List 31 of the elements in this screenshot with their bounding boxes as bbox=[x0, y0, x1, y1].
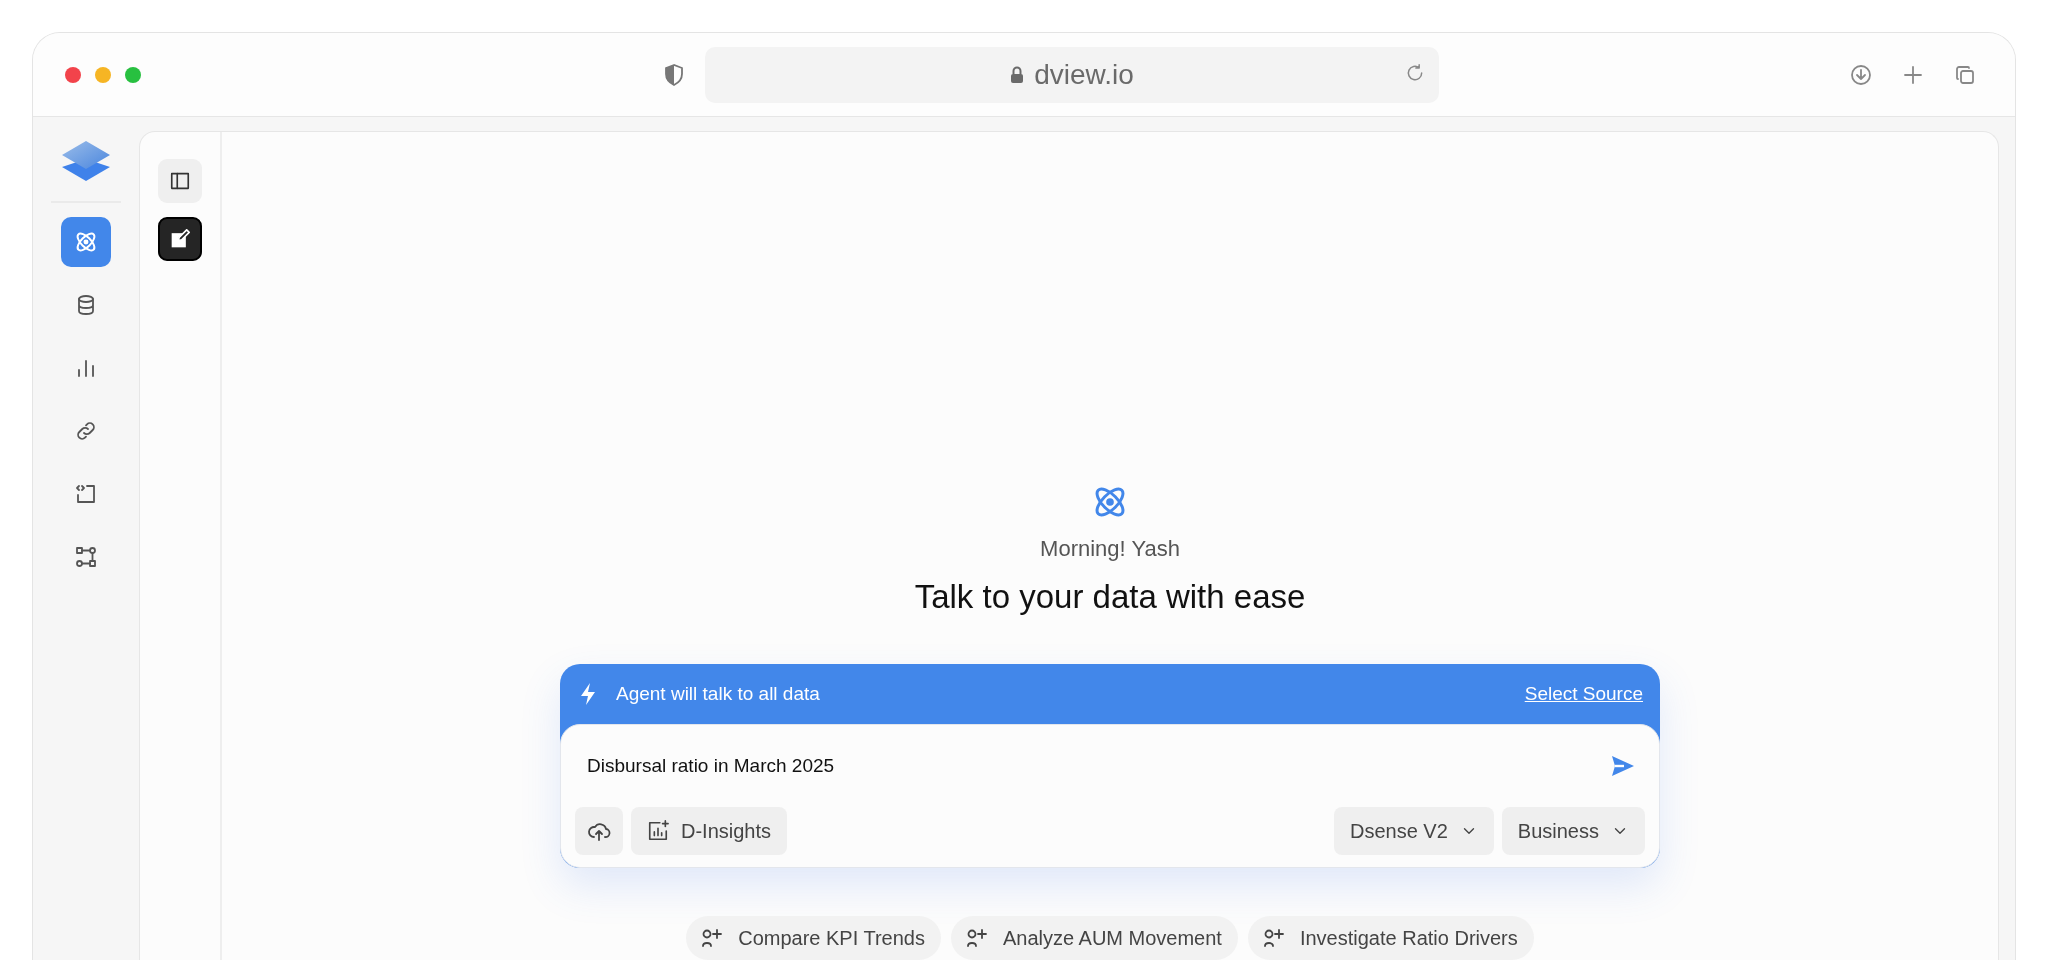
model-dropdown[interactable]: Dsense V2 bbox=[1334, 807, 1494, 855]
reload-icon[interactable] bbox=[1405, 62, 1425, 83]
suggestion-chip[interactable]: Compare KPI Trends bbox=[686, 916, 941, 960]
banner-text: Agent will talk to all data bbox=[616, 683, 820, 705]
select-source-link[interactable]: Select Source bbox=[1524, 683, 1643, 705]
upload-button[interactable] bbox=[575, 807, 623, 855]
prompt-input[interactable]: Disbursal ratio in March 2025 bbox=[587, 755, 1611, 777]
shield-icon[interactable] bbox=[665, 63, 683, 86]
nav-button[interactable] bbox=[61, 217, 111, 267]
close-window-button[interactable] bbox=[65, 66, 81, 83]
suggestion-chip[interactable]: Investigate Ratio Drivers bbox=[1247, 916, 1534, 960]
sidebar-toggle-button[interactable] bbox=[158, 159, 202, 203]
link-icon bbox=[74, 419, 98, 443]
code-window-icon bbox=[74, 482, 98, 506]
greeting-text: Morning! Yash bbox=[1040, 536, 1180, 562]
chart-sparkle-icon bbox=[647, 820, 669, 842]
workflow-icon bbox=[74, 545, 98, 569]
new-chat-button[interactable] bbox=[158, 217, 202, 261]
suggestion-chip[interactable]: Analyze AUM Movement bbox=[950, 916, 1238, 960]
mode-dropdown[interactable]: Business bbox=[1501, 807, 1645, 855]
zoom-window-button[interactable] bbox=[125, 66, 141, 83]
download-icon[interactable] bbox=[1849, 62, 1873, 87]
url-text: dview.io bbox=[1034, 58, 1134, 91]
lock-icon bbox=[1010, 65, 1025, 84]
send-icon[interactable] bbox=[1611, 755, 1635, 777]
address-bar[interactable]: dview.io bbox=[705, 46, 1439, 103]
lightning-icon bbox=[578, 682, 598, 706]
insights-button[interactable]: D-Insights bbox=[631, 807, 788, 855]
sidebar-icon bbox=[169, 170, 191, 192]
edit-icon bbox=[170, 229, 190, 249]
headline: Talk to your data with ease bbox=[914, 578, 1306, 616]
